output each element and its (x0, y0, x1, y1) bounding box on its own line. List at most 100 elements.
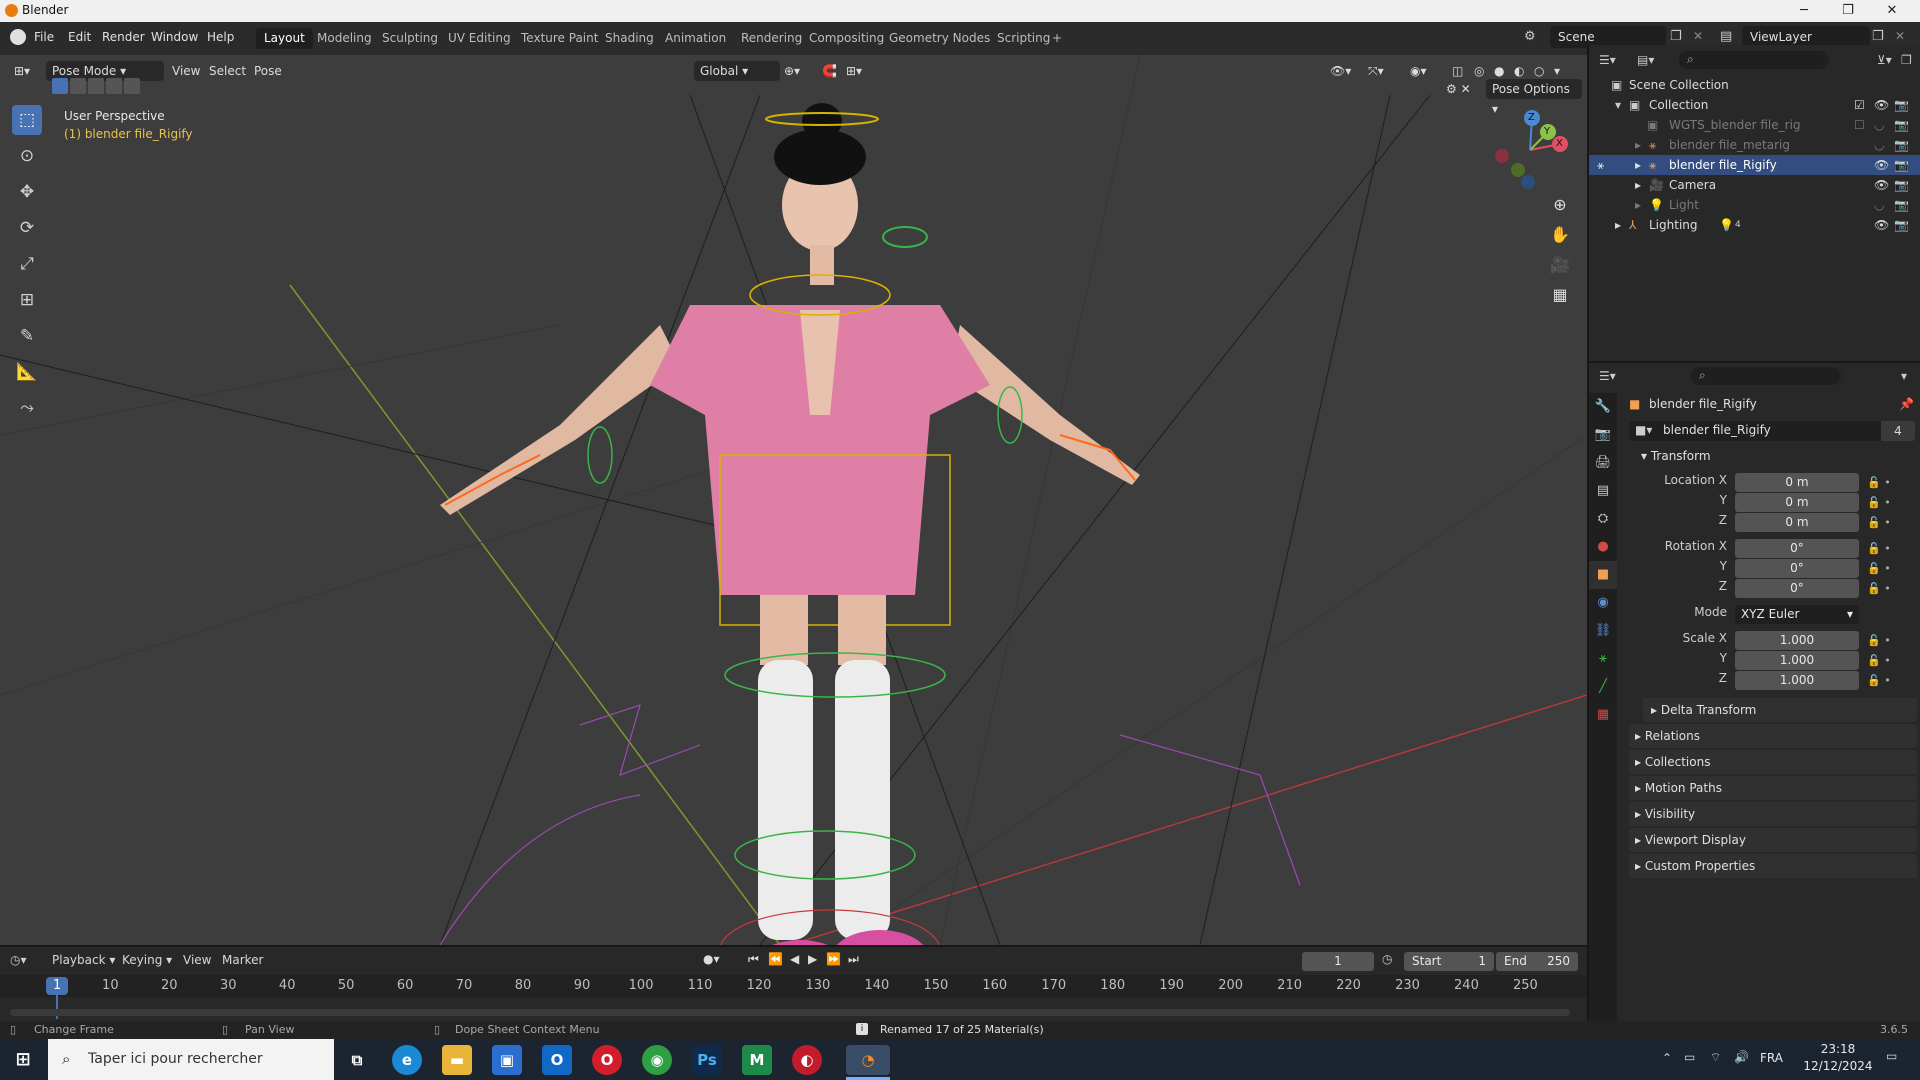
orientation-dropdown[interactable]: Global ▾ (694, 61, 780, 81)
rotation-locks[interactable]: 🔓 • 🔓 • 🔓 • (1867, 539, 1891, 599)
3d-viewport[interactable]: ⊞▾ Pose Mode ▾ View Select Pose Global ▾… (0, 55, 1587, 945)
tab-animation[interactable]: Animation (657, 28, 734, 49)
world-tab-icon[interactable]: ● (1589, 533, 1617, 561)
select-mode-buttons[interactable] (52, 78, 140, 96)
chevron-right-icon[interactable]: ▸ (1635, 175, 1641, 195)
camera-render-icon[interactable]: 📷 (1894, 195, 1909, 215)
lock-icon[interactable]: 🔓 • (1867, 473, 1891, 493)
menu-view[interactable]: View (166, 61, 206, 81)
pivot-icon[interactable]: ⊕▾ (778, 61, 806, 81)
volume-icon[interactable]: 🔊 (1734, 1050, 1749, 1064)
lock-icon[interactable]: 🔓 • (1867, 671, 1891, 691)
transform-tool-icon[interactable]: ⊞ (12, 285, 42, 315)
location-y-field[interactable]: 0 m (1735, 493, 1859, 512)
camera-view-icon[interactable]: 🎥 (1546, 251, 1574, 279)
eye-hidden-icon[interactable]: ◡ (1874, 195, 1884, 215)
tab-uv-editing[interactable]: UV Editing (440, 28, 519, 49)
new-scene-icon[interactable]: ❐ (1670, 29, 1682, 44)
lock-icon[interactable]: 🔓 • (1867, 651, 1891, 671)
pin-icon[interactable]: 📌 (1899, 397, 1914, 411)
playback-menu[interactable]: Playback ▾ (52, 953, 115, 967)
record-icon[interactable]: ●▾ (703, 952, 720, 966)
eye-icon[interactable]: 👁 (1874, 215, 1889, 235)
measure-tool-icon[interactable]: 📐 (12, 357, 42, 387)
close-button[interactable]: ✕ (1870, 0, 1914, 22)
tab-compositing[interactable]: Compositing (801, 28, 892, 49)
timeline-editor-icon[interactable]: ◷▾ (10, 953, 27, 967)
edge-icon[interactable]: e (392, 1045, 422, 1075)
move-tool-icon[interactable]: ✥ (12, 177, 42, 207)
shading-options-icon[interactable]: ▾ (1548, 61, 1566, 81)
tab-texture-paint[interactable]: Texture Paint (513, 28, 606, 49)
view-layer-tab-icon[interactable]: ▤ (1589, 477, 1617, 505)
new-collection-icon[interactable]: ❐ (1901, 53, 1912, 67)
jump-end-icon[interactable]: ⏭ (848, 952, 859, 967)
scale-tool-icon[interactable]: ⤢ (12, 249, 42, 279)
rotation-mode-dropdown[interactable]: XYZ Euler ▾ (1735, 605, 1859, 624)
end-frame-field[interactable]: End 250 (1496, 952, 1578, 971)
tray-device-icon[interactable]: ▭ (1684, 1050, 1695, 1064)
custom-properties-panel[interactable]: ▸ Custom Properties (1629, 854, 1917, 878)
tab-geometry-nodes[interactable]: Geometry Nodes (881, 28, 998, 49)
timeline-view-menu[interactable]: View (183, 953, 211, 967)
chevron-right-icon[interactable]: ▸ (1635, 135, 1641, 155)
windows-start-icon[interactable]: ⊞ (8, 1045, 38, 1075)
select-subtract-icon[interactable] (88, 78, 104, 94)
scale-z-field[interactable]: 1.000 (1735, 671, 1859, 690)
outliner-item-wgts[interactable]: ▣ WGTS_blender file_rig ☐ ◡ 📷 (1589, 115, 1920, 135)
checkbox-icon[interactable]: ☐ (1854, 115, 1865, 135)
timeline-scrollbar[interactable] (10, 1009, 1570, 1016)
location-z-field[interactable]: 0 m (1735, 513, 1859, 532)
marker-menu[interactable]: Marker (222, 953, 263, 967)
outlook-icon[interactable]: O (542, 1045, 572, 1075)
outliner-item-scene-collection[interactable]: ▣ Scene Collection (1589, 75, 1920, 95)
select-box-tool-icon[interactable]: ⬚ (12, 105, 42, 135)
minimize-button[interactable]: ─ (1782, 0, 1826, 22)
camera-render-icon[interactable]: 📷 (1894, 135, 1909, 155)
scale-locks[interactable]: 🔓 • 🔓 • 🔓 • (1867, 631, 1891, 691)
prev-keyframe-icon[interactable]: ⏪ (768, 952, 783, 966)
navigation-gizmo[interactable]: X Y Z (1490, 110, 1570, 190)
lock-icon[interactable]: 🔓 • (1867, 559, 1891, 579)
overlays-icon[interactable]: ◉▾ (1404, 61, 1433, 81)
collections-panel[interactable]: ▸ Collections (1629, 750, 1917, 774)
relations-panel[interactable]: ▸ Relations (1629, 724, 1917, 748)
constraints-tab-icon[interactable]: ⛓ (1589, 617, 1617, 645)
snap-target-icon[interactable]: ⊞▾ (840, 61, 868, 81)
new-view-layer-icon[interactable]: ❐ (1872, 29, 1884, 44)
lock-icon[interactable]: 🔓 • (1867, 579, 1891, 599)
select-invert-icon[interactable] (106, 78, 122, 94)
keying-menu[interactable]: Keying ▾ (122, 953, 172, 967)
display-mode-icon[interactable]: ▤▾ (1637, 53, 1654, 67)
camera-render-icon[interactable]: 📷 (1894, 175, 1909, 195)
play-icon[interactable]: ▶ (808, 952, 817, 966)
language-indicator[interactable]: FRA (1760, 1051, 1783, 1065)
menu-window[interactable]: Window (151, 30, 198, 44)
gizmo-toggle-icon[interactable]: ⤧▾ (1362, 61, 1390, 81)
rotation-z-field[interactable]: 0° (1735, 579, 1859, 598)
wifi-icon[interactable]: ⌔ (1710, 1050, 1721, 1065)
output-tab-icon[interactable]: 🖨 (1589, 449, 1617, 477)
chevron-right-icon[interactable]: ▸ (1635, 195, 1641, 215)
physics-tab-icon[interactable]: ◉ (1589, 589, 1617, 617)
outliner-item-lighting[interactable]: ▸ ⅄ Lighting 💡 4 👁 📷 (1589, 215, 1920, 235)
users-count[interactable]: 4 (1881, 421, 1915, 441)
browse-icon[interactable]: ■▾ (1635, 423, 1652, 437)
outliner-item-light[interactable]: ▸ 💡 Light ◡ 📷 (1589, 195, 1920, 215)
restore-button[interactable]: ❐ (1826, 0, 1870, 22)
object-tab-icon[interactable]: ■ (1589, 561, 1617, 589)
properties-options-icon[interactable]: ▾ (1901, 369, 1907, 383)
filter-icon[interactable]: ⊻▾ (1877, 53, 1892, 67)
tab-modeling[interactable]: Modeling (309, 28, 380, 49)
menu-edit[interactable]: Edit (68, 30, 91, 44)
clock-time[interactable]: 23:18 (1798, 1042, 1878, 1056)
tab-shading[interactable]: Shading (597, 28, 662, 49)
opera-icon[interactable]: O (592, 1045, 622, 1075)
taskbar-search-input[interactable]: ⌕ Taper ici pour rechercher (48, 1039, 334, 1080)
play-reverse-icon[interactable]: ◀ (790, 952, 799, 966)
texture-tab-icon[interactable]: ▦ (1589, 701, 1617, 729)
scale-y-field[interactable]: 1.000 (1735, 651, 1859, 670)
rotation-x-field[interactable]: 0° (1735, 539, 1859, 558)
delete-view-layer-icon[interactable]: ✕ (1895, 29, 1905, 43)
tab-layout[interactable]: Layout (256, 28, 313, 49)
